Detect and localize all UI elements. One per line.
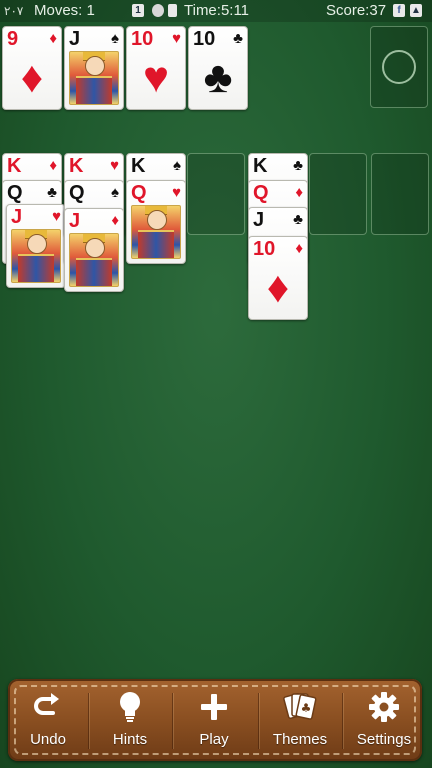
card-suit-icon: ♦ — [111, 212, 119, 229]
card-suit-icon: ♦ — [295, 240, 303, 257]
card-suit-icon: ♥ — [110, 157, 119, 174]
battery-icon — [168, 4, 177, 17]
undo-label: Undo — [30, 731, 66, 748]
empty-tableau-slot[interactable] — [187, 153, 245, 235]
foundation-card[interactable]: J ♠ — [64, 26, 124, 110]
foundation-card[interactable]: 10 ♥ ♥ — [126, 26, 186, 110]
plus-icon — [174, 691, 254, 723]
bottom-toolbar: Undo Hints Play ♣ Themes Settings — [8, 679, 422, 761]
card-suit-icon: ♦ — [49, 30, 57, 47]
notification-count-badge: 1 — [132, 4, 144, 17]
score-counter: Score:37 — [326, 2, 387, 19]
card-rank: 10 — [193, 28, 216, 50]
jack-face-illustration — [11, 229, 61, 283]
card-rank: J — [69, 28, 81, 50]
card-suit-icon: ♣ — [233, 30, 243, 47]
card-suit-icon: ♣ — [293, 157, 303, 174]
queen-face-illustration — [131, 205, 181, 259]
undo-button[interactable]: Undo — [8, 679, 88, 761]
card-rank: 10 — [131, 28, 154, 50]
undo-arrow-icon — [8, 691, 88, 723]
stock-pile[interactable] — [370, 26, 428, 108]
card-suit-icon: ♦ — [49, 157, 57, 174]
themes-button[interactable]: ♣ Themes — [260, 679, 340, 761]
cards-themes-icon: ♣ — [260, 691, 340, 723]
card-suit-icon: ♥ — [52, 208, 61, 225]
card-rank: Q — [253, 182, 269, 204]
empty-tableau-slot[interactable] — [371, 153, 429, 235]
foundation-card[interactable]: 9 ♦ ♦ — [2, 26, 62, 110]
card-rank: K — [69, 155, 84, 177]
game-timer: Time:5:11 — [184, 2, 250, 19]
moves-counter: Moves: 1 — [34, 2, 95, 19]
card-suit-icon: ♣ — [47, 184, 57, 201]
card-rank: Q — [131, 182, 147, 204]
jack-face-illustration — [69, 233, 119, 287]
foundation-card[interactable]: 10 ♣ ♣ — [188, 26, 248, 110]
card-suit-icon: ♥ — [172, 30, 181, 47]
card-rank: K — [7, 155, 22, 177]
card-rank: 9 — [7, 28, 19, 50]
gear-icon — [344, 691, 424, 723]
card-pip-icon: ♦ — [266, 263, 290, 312]
card-rank: Q — [69, 182, 85, 204]
facebook-icon: f — [393, 4, 405, 17]
card-rank: J — [11, 206, 23, 228]
svg-text:♣: ♣ — [301, 701, 312, 715]
card-rank: Q — [7, 182, 23, 204]
jack-face-illustration — [69, 51, 119, 105]
card-rank: J — [253, 209, 265, 231]
card-pip-icon: ♦ — [20, 53, 44, 102]
card-rank: K — [131, 155, 146, 177]
settings-button[interactable]: Settings — [344, 679, 424, 761]
card-rank: 10 — [253, 238, 276, 260]
tableau-card[interactable]: J ♥ — [6, 204, 66, 288]
card-pip-icon: ♣ — [203, 53, 233, 102]
card-rank: J — [69, 210, 81, 232]
card-pip-icon: ♥ — [142, 53, 170, 102]
settings-label: Settings — [356, 731, 412, 748]
card-suit-icon: ♠ — [173, 157, 181, 174]
card-rank: K — [253, 155, 268, 177]
empty-tableau-slot[interactable] — [309, 153, 367, 235]
card-suit-icon: ♣ — [293, 211, 303, 228]
card-suit-icon: ♦ — [295, 184, 303, 201]
card-suit-icon: ♠ — [111, 30, 119, 47]
system-status-text: ٢٠٧ — [4, 4, 24, 18]
lightbulb-icon — [90, 691, 170, 723]
themes-label: Themes — [272, 731, 328, 748]
hints-button[interactable]: Hints — [90, 679, 170, 761]
tableau-card[interactable]: 10 ♦ ♦ — [248, 236, 308, 320]
status-bar: ٢٠٧ Moves: 1 1 Time:5:11 Score:37 f ▲ — [0, 0, 432, 22]
play-button[interactable]: Play — [174, 679, 254, 761]
alarm-icon — [152, 4, 164, 17]
hints-label: Hints — [112, 731, 148, 748]
play-label: Play — [199, 731, 229, 748]
card-suit-icon: ♥ — [172, 184, 181, 201]
card-suit-icon: ♠ — [111, 184, 119, 201]
gallery-icon: ▲ — [410, 4, 422, 17]
tableau-card[interactable]: Q ♥ — [126, 180, 186, 264]
tableau-card[interactable]: J ♦ — [64, 208, 124, 292]
recycle-ring-icon — [382, 50, 416, 84]
